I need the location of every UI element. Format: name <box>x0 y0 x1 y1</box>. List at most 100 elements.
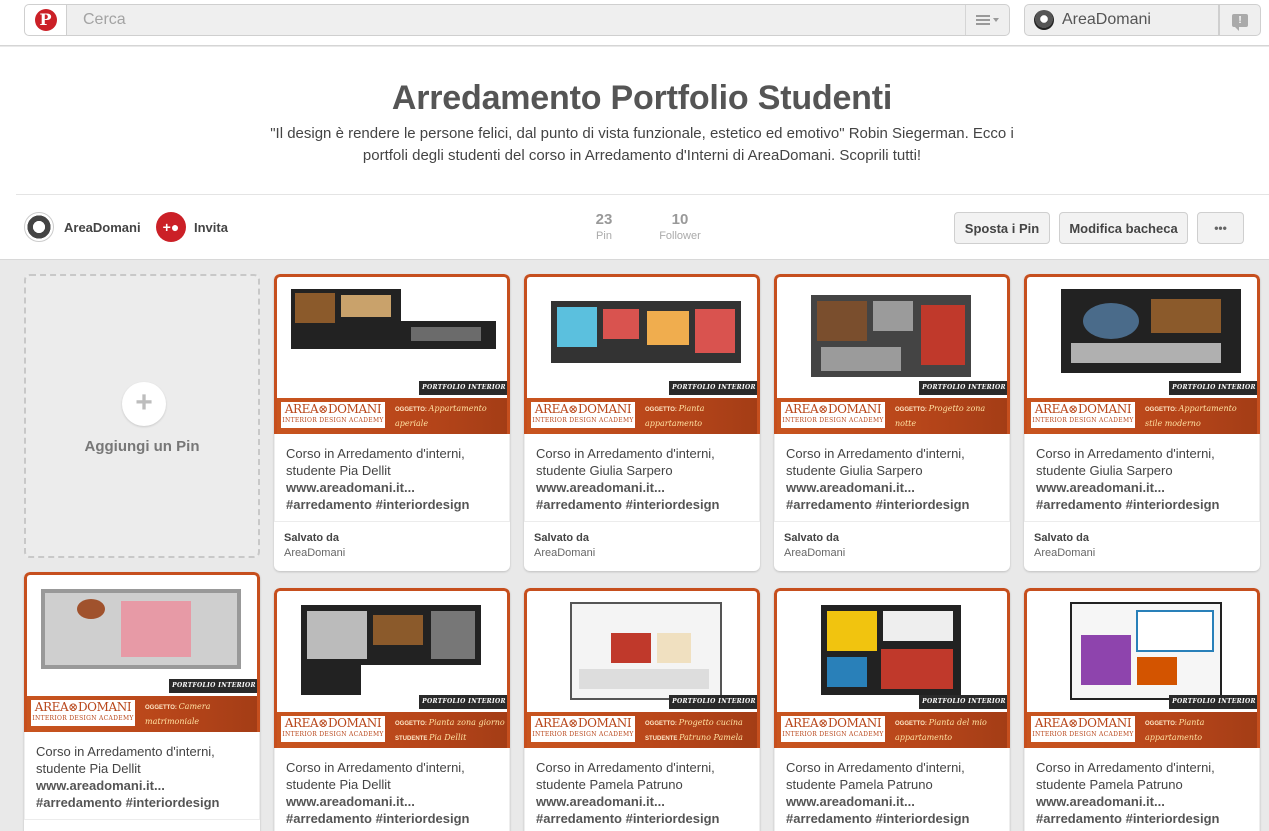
pin-meta: OGGETTO: Camera matrimoniale STUDENTE Pi… <box>145 700 255 732</box>
pin-link[interactable]: www.areadomani.it... <box>786 479 998 496</box>
invite-button[interactable]: +● Invita <box>156 212 228 242</box>
move-pins-button[interactable]: Sposta i Pin <box>954 212 1050 244</box>
pin-link[interactable]: www.areadomani.it... <box>286 479 498 496</box>
pin-description: Corso in Arredamento d'interni, studente… <box>274 434 510 521</box>
search-input[interactable] <box>67 5 965 35</box>
pin-hashtags[interactable]: #arredamento #interiordesign <box>286 496 498 513</box>
pin-link[interactable]: www.areadomani.it... <box>36 777 248 794</box>
pinterest-logo-button[interactable]: P <box>24 4 66 36</box>
notifications-button[interactable]: ! <box>1219 4 1261 36</box>
pin-card[interactable]: PORTFOLIO INTERIOR DESIGN AREA⊗DOMANI IN… <box>24 572 260 831</box>
saved-by-label: Salvato da <box>284 532 340 544</box>
board-owner[interactable]: AreaDomani <box>24 212 141 242</box>
pin-card[interactable]: PORTFOLIO INTERIOR DESIGN AREA⊗DOMANI IN… <box>274 274 510 571</box>
object-label: OGGETTO: <box>895 721 927 727</box>
add-pin-card[interactable]: + Aggiungi un Pin <box>24 274 260 558</box>
brand-band: AREA⊗DOMANI INTERIOR DESIGN ACADEMY OGGE… <box>777 398 1007 434</box>
add-pin-label: Aggiungi un Pin <box>84 438 200 455</box>
brand-subtitle: INTERIOR DESIGN ACADEMY <box>532 731 634 738</box>
pin-description: Corso in Arredamento d'interni, studente… <box>274 748 510 831</box>
pin-image[interactable]: PORTFOLIO INTERIOR DESIGN AREA⊗DOMANI IN… <box>24 572 260 732</box>
search-bar <box>66 4 1010 36</box>
saved-by-user[interactable]: AreaDomani <box>784 547 1000 559</box>
pin-image[interactable]: PORTFOLIO INTERIOR DESIGN AREA⊗DOMANI IN… <box>274 588 510 748</box>
pin-link[interactable]: www.areadomani.it... <box>536 479 748 496</box>
pin-card[interactable]: PORTFOLIO INTERIOR DESIGN AREA⊗DOMANI IN… <box>1024 274 1260 571</box>
pin-image[interactable]: PORTFOLIO INTERIOR DESIGN AREA⊗DOMANI IN… <box>774 588 1010 748</box>
pin-hashtags[interactable]: #arredamento #interiordesign <box>1036 496 1248 513</box>
brand-subtitle: INTERIOR DESIGN ACADEMY <box>32 715 134 722</box>
brand-logo: AREA⊗DOMANI INTERIOR DESIGN ACADEMY <box>781 402 885 428</box>
more-options-button[interactable]: ••• <box>1197 212 1244 244</box>
pins-count: 23 <box>595 211 613 228</box>
plus-icon: + <box>122 382 166 426</box>
floor-plan-image <box>1070 602 1222 700</box>
saved-by-user[interactable]: AreaDomani <box>284 547 500 559</box>
pin-hashtags[interactable]: #arredamento #interiordesign <box>36 794 248 811</box>
floor-plan-image <box>551 301 741 363</box>
divider <box>16 194 1269 195</box>
pin-hashtags[interactable]: #arredamento #interiordesign <box>536 810 748 827</box>
portfolio-tag: PORTFOLIO INTERIOR DESIGN <box>169 679 257 703</box>
pin-link[interactable]: www.areadomani.it... <box>286 793 498 810</box>
followers-count: 10 <box>671 211 689 228</box>
floor-plan-image <box>1061 289 1241 373</box>
brand-name: AREA⊗DOMANI <box>1034 402 1132 416</box>
pin-card[interactable]: PORTFOLIO INTERIOR DESIGN AREA⊗DOMANI IN… <box>524 588 760 831</box>
pin-card[interactable]: PORTFOLIO INTERIOR DESIGN AREA⊗DOMANI IN… <box>274 588 510 831</box>
pin-card[interactable]: PORTFOLIO INTERIOR DESIGN AREA⊗DOMANI IN… <box>524 274 760 571</box>
pin-card[interactable]: PORTFOLIO INTERIOR DESIGN AREA⊗DOMANI IN… <box>774 274 1010 571</box>
pin-description: Corso in Arredamento d'interni, studente… <box>1024 748 1260 831</box>
pin-hashtags[interactable]: #arredamento #interiordesign <box>286 810 498 827</box>
pin-description-line: Corso in Arredamento d'interni, <box>286 446 465 461</box>
portfolio-tag: PORTFOLIO INTERIOR DESIGN <box>669 695 757 719</box>
pin-description: Corso in Arredamento d'interni, studente… <box>524 748 760 831</box>
pin-image[interactable]: PORTFOLIO INTERIOR DESIGN AREA⊗DOMANI IN… <box>1024 588 1260 748</box>
pin-link[interactable]: www.areadomani.it... <box>1036 479 1248 496</box>
portfolio-tag: PORTFOLIO INTERIOR DESIGN <box>919 695 1007 719</box>
student-label: STUDENTE <box>395 736 428 742</box>
brand-band: AREA⊗DOMANI INTERIOR DESIGN ACADEMY OGGE… <box>27 696 257 732</box>
pin-description-line: studente Giulia Sarpero <box>1036 463 1173 478</box>
pin-image[interactable]: PORTFOLIO INTERIOR DESIGN AREA⊗DOMANI IN… <box>274 274 510 434</box>
pin-hashtags[interactable]: #arredamento #interiordesign <box>786 810 998 827</box>
pin-image[interactable]: PORTFOLIO INTERIOR DESIGN AREA⊗DOMANI IN… <box>524 588 760 748</box>
pin-card[interactable]: PORTFOLIO INTERIOR DESIGN AREA⊗DOMANI IN… <box>1024 588 1260 831</box>
portfolio-tag: PORTFOLIO INTERIOR DESIGN <box>1169 381 1257 405</box>
categories-menu-button[interactable] <box>965 5 1009 35</box>
pin-link[interactable]: www.areadomani.it... <box>1036 793 1248 810</box>
portfolio-tag: PORTFOLIO INTERIOR DESIGN <box>919 381 1007 405</box>
pin-hashtags[interactable]: #arredamento #interiordesign <box>1036 810 1248 827</box>
pin-link[interactable]: www.areadomani.it... <box>786 793 998 810</box>
pin-image[interactable]: PORTFOLIO INTERIOR DESIGN AREA⊗DOMANI IN… <box>1024 274 1260 434</box>
pin-footer <box>24 819 260 831</box>
pin-description: Corso in Arredamento d'interni, studente… <box>24 732 260 819</box>
pin-meta: OGGETTO: Pianta appartamento STUDENTE Pa… <box>1145 716 1255 748</box>
pin-image[interactable]: PORTFOLIO INTERIOR DESIGN AREA⊗DOMANI IN… <box>524 274 760 434</box>
brand-name: AREA⊗DOMANI <box>1034 716 1132 730</box>
edit-board-button[interactable]: Modifica bacheca <box>1059 212 1188 244</box>
pin-image[interactable]: PORTFOLIO INTERIOR DESIGN AREA⊗DOMANI IN… <box>774 274 1010 434</box>
pin-hashtags[interactable]: #arredamento #interiordesign <box>536 496 748 513</box>
pins-label: Pin <box>596 230 612 242</box>
followers-count-stat[interactable]: 10 Follower <box>655 211 705 242</box>
brand-subtitle: INTERIOR DESIGN ACADEMY <box>282 417 384 424</box>
student-value: Pia Dellit <box>429 733 467 742</box>
brand-subtitle: INTERIOR DESIGN ACADEMY <box>782 731 884 738</box>
saved-by-user[interactable]: AreaDomani <box>1034 547 1250 559</box>
pin-description: Corso in Arredamento d'interni, studente… <box>774 748 1010 831</box>
saved-by-label: Salvato da <box>534 532 590 544</box>
portfolio-tag: PORTFOLIO INTERIOR DESIGN <box>669 381 757 405</box>
brand-band: AREA⊗DOMANI INTERIOR DESIGN ACADEMY OGGE… <box>277 398 507 434</box>
user-profile-button[interactable]: AreaDomani <box>1024 4 1219 36</box>
floor-plan-image <box>811 295 971 377</box>
pin-hashtags[interactable]: #arredamento #interiordesign <box>786 496 998 513</box>
saved-by-user[interactable]: AreaDomani <box>534 547 750 559</box>
invite-label: Invita <box>194 219 228 235</box>
pin-card[interactable]: PORTFOLIO INTERIOR DESIGN AREA⊗DOMANI IN… <box>774 588 1010 831</box>
pin-link[interactable]: www.areadomani.it... <box>536 793 748 810</box>
menu-icon <box>976 15 990 25</box>
pins-count-stat[interactable]: 23 Pin <box>590 211 618 242</box>
pin-meta: OGGETTO: Pianta zona giorno STUDENTE Pia… <box>395 716 505 746</box>
object-label: OGGETTO: <box>395 407 427 413</box>
